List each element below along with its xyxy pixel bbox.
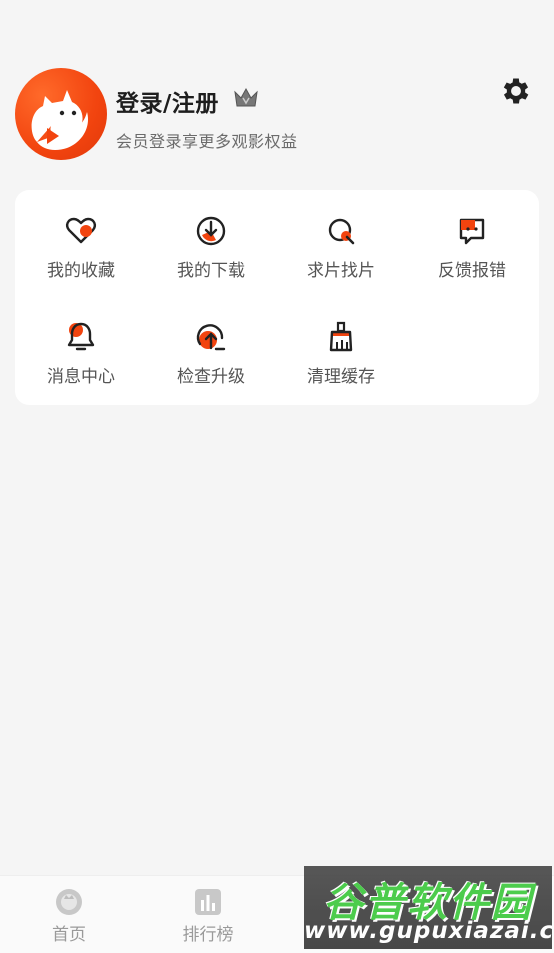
- broom-icon: [329, 321, 353, 352]
- menu-label: 检查升级: [177, 367, 245, 387]
- profile-header: 登录/注册 会员登录享更多观影权益: [15, 68, 539, 160]
- login-register-link[interactable]: 登录/注册: [116, 84, 219, 118]
- vip-crown-icon: [234, 87, 258, 107]
- menu-clear-cache[interactable]: 清理缓存: [281, 320, 401, 400]
- login-subtitle: 会员登录享更多观影权益: [116, 132, 298, 151]
- tab-home[interactable]: 首页: [19, 886, 119, 945]
- app-logo-avatar[interactable]: [15, 68, 107, 160]
- feedback-icon: [459, 218, 485, 245]
- home-tab-icon: [56, 889, 82, 915]
- menu-my-downloads[interactable]: 我的下载: [151, 214, 271, 294]
- heart-icon: [66, 217, 96, 244]
- search-film-icon: [328, 218, 355, 245]
- menu-label: 我的下载: [177, 261, 245, 281]
- download-icon: [196, 216, 226, 246]
- menu-check-upgrade[interactable]: 检查升级: [151, 320, 271, 400]
- menu-my-favorites[interactable]: 我的收藏: [21, 214, 141, 294]
- menu-feedback[interactable]: 反馈报错: [412, 214, 532, 294]
- feature-menu-card: 我的收藏 我的下载 求片找片 反馈报错 消息中心 检查升级 清理缓存: [15, 190, 539, 405]
- tab-label: 排行榜: [182, 925, 234, 945]
- menu-label: 反馈报错: [438, 261, 506, 281]
- ranking-tab-icon: [195, 889, 221, 915]
- menu-request-film[interactable]: 求片找片: [281, 214, 401, 294]
- upgrade-icon: [196, 324, 226, 351]
- menu-label: 求片找片: [307, 261, 375, 281]
- site-watermark: 谷普软件园 www.gupuxiazai.com: [304, 866, 552, 949]
- settings-gear-icon[interactable]: [499, 74, 533, 108]
- menu-label: 清理缓存: [307, 367, 375, 387]
- tab-ranking[interactable]: 排行榜: [158, 886, 258, 945]
- menu-message-center[interactable]: 消息中心: [21, 320, 141, 400]
- watermark-url: www.gupuxiazai.com: [304, 918, 552, 944]
- cat-play-logo-icon: [31, 90, 89, 150]
- menu-label: 消息中心: [47, 367, 115, 387]
- tab-label: 首页: [52, 925, 86, 945]
- bell-icon: [67, 322, 95, 351]
- menu-label: 我的收藏: [47, 261, 115, 281]
